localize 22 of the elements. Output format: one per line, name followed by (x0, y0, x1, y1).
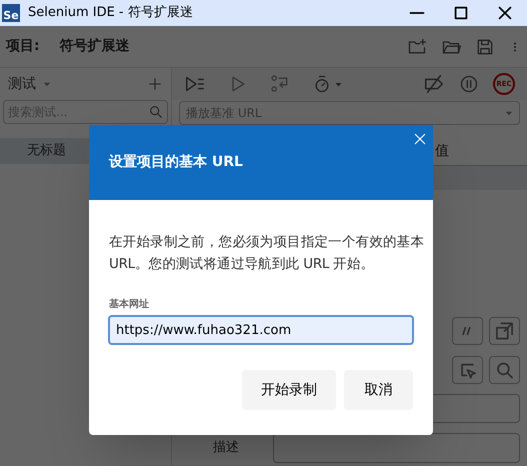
pause-icon[interactable] (459, 74, 479, 94)
column-header: 值 (435, 142, 449, 161)
open-window-icon[interactable] (489, 317, 520, 345)
select-target-icon[interactable] (452, 356, 483, 384)
field-label: 描述 (212, 439, 240, 458)
field-label: 基本网址 (108, 298, 150, 312)
search-icon (148, 104, 164, 120)
window-title: Selenium IDE - 符号扩展迷 (28, 4, 193, 22)
app-logo: Se (2, 4, 20, 22)
tag-slash-icon[interactable] (423, 73, 445, 95)
dialog-message: 在开始录制之前，您必须为项目指定一个有效的基本 URL。您的测试将通过导航到此 URL 开始。 (108, 233, 426, 274)
search-icon[interactable] (489, 356, 520, 384)
project-label: 项目: (6, 37, 40, 56)
project-name: 符号扩展迷 (60, 36, 130, 56)
step-icon[interactable] (270, 74, 290, 94)
start-recording-button[interactable]: 开始录制 (242, 370, 336, 410)
url-field[interactable]: https://www.fuhao321.com (108, 315, 414, 345)
save-icon[interactable] (475, 36, 495, 56)
cancel-button[interactable]: 取消 (344, 370, 413, 410)
new-folder-icon[interactable] (407, 36, 427, 56)
comment-icon[interactable] (452, 317, 483, 345)
plus-icon[interactable] (147, 76, 163, 92)
